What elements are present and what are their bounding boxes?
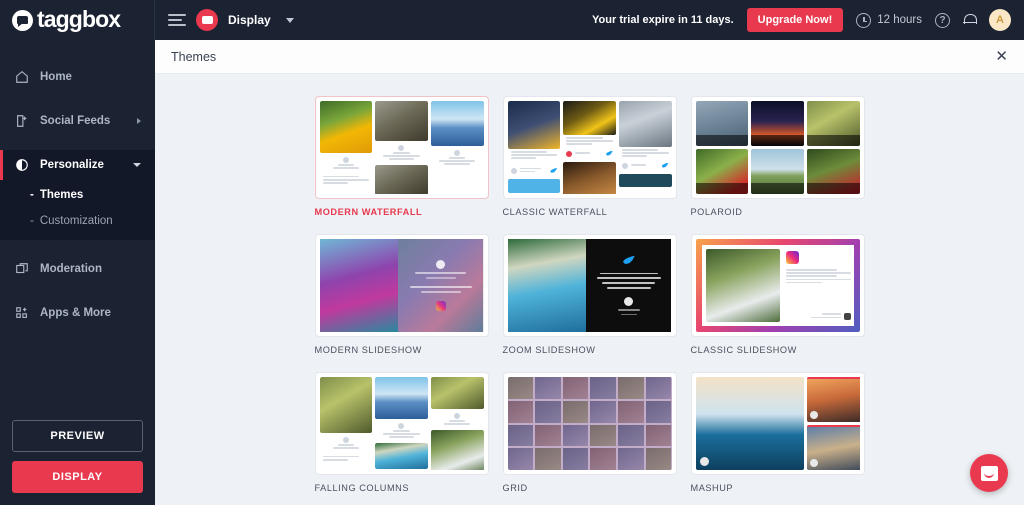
display-badge-icon bbox=[196, 9, 218, 31]
theme-card-zoom-slideshow[interactable]: ZOOM SLIDESHOW bbox=[503, 234, 677, 355]
apps-more-icon bbox=[14, 306, 30, 320]
chevron-right-icon bbox=[137, 118, 141, 124]
sidebar-item-label: Social Feeds bbox=[40, 115, 110, 127]
brand-logo[interactable]: taggbox bbox=[0, 0, 155, 40]
theme-label: FALLING COLUMNS bbox=[315, 483, 489, 493]
social-feeds-icon bbox=[14, 114, 30, 128]
close-icon[interactable]: ✕ bbox=[995, 49, 1008, 64]
dash-marker: - bbox=[30, 215, 34, 227]
avatar[interactable]: A bbox=[989, 9, 1011, 31]
trial-notice: Your trial expire in 11 days. bbox=[592, 14, 734, 26]
top-bar-left: Display bbox=[155, 9, 294, 31]
upgrade-now-button[interactable]: Upgrade Now! bbox=[747, 8, 844, 32]
chevron-down-icon[interactable] bbox=[286, 18, 294, 23]
bell-icon[interactable] bbox=[963, 13, 976, 28]
theme-card-modern-waterfall[interactable]: MODERN WATERFALL bbox=[315, 96, 489, 217]
theme-label: CLASSIC WATERFALL bbox=[503, 207, 677, 217]
theme-thumbnail[interactable] bbox=[691, 372, 865, 475]
sidebar-item-label: Apps & More bbox=[40, 307, 111, 319]
theme-card-polaroid[interactable]: POLAROID bbox=[691, 96, 865, 217]
app-root: taggbox Display Your trial expire in 11 … bbox=[0, 0, 1024, 505]
home-icon bbox=[14, 70, 30, 84]
sidebar-item-personalize[interactable]: Personalize bbox=[0, 150, 155, 180]
display-button[interactable]: DISPLAY bbox=[12, 461, 143, 493]
theme-label: ZOOM SLIDESHOW bbox=[503, 345, 677, 355]
sidebar-item-themes[interactable]: - Themes bbox=[0, 182, 155, 208]
sidebar-item-social-feeds[interactable]: Social Feeds bbox=[0, 106, 155, 136]
hours-label: 12 hours bbox=[877, 14, 922, 26]
intercom-chat-icon[interactable] bbox=[970, 454, 1008, 492]
theme-card-mashup[interactable]: MASHUP bbox=[691, 372, 865, 493]
themes-grid: MODERN WATERFALL bbox=[155, 74, 1024, 505]
theme-label: CLASSIC SLIDESHOW bbox=[691, 345, 865, 355]
theme-card-modern-slideshow[interactable]: MODERN SLIDESHOW bbox=[315, 234, 489, 355]
theme-thumbnail[interactable] bbox=[315, 234, 489, 337]
sidebar-subitem-label: Customization bbox=[40, 215, 113, 227]
panel-header: Themes ✕ bbox=[155, 40, 1024, 74]
sidebar-nav: Home Social Feeds bbox=[0, 40, 155, 328]
dash-marker: - bbox=[30, 189, 34, 201]
preview-button[interactable]: PREVIEW bbox=[12, 420, 143, 452]
personalize-icon bbox=[14, 158, 30, 172]
theme-thumbnail[interactable] bbox=[691, 96, 865, 199]
help-circle-icon[interactable]: ? bbox=[935, 13, 950, 28]
brand-name: taggbox bbox=[37, 8, 120, 31]
sidebar-subitem-label: Themes bbox=[40, 189, 83, 201]
taggbox-logo-icon bbox=[12, 10, 33, 31]
theme-card-grid[interactable]: GRID bbox=[503, 372, 677, 493]
sidebar-item-label: Home bbox=[40, 71, 72, 83]
main-area: Themes ✕ bbox=[155, 40, 1024, 505]
theme-label: MODERN SLIDESHOW bbox=[315, 345, 489, 355]
themes-scroll-area[interactable]: MODERN WATERFALL bbox=[155, 74, 1024, 505]
sidebar: Home Social Feeds bbox=[0, 40, 155, 505]
moderation-icon bbox=[14, 262, 30, 276]
theme-card-classic-waterfall[interactable]: CLASSIC WATERFALL bbox=[503, 96, 677, 217]
theme-thumbnail[interactable] bbox=[315, 372, 489, 475]
sidebar-item-label: Personalize bbox=[40, 159, 104, 171]
theme-thumbnail[interactable] bbox=[691, 234, 865, 337]
theme-label: GRID bbox=[503, 483, 677, 493]
theme-label: POLAROID bbox=[691, 207, 865, 217]
sidebar-item-home[interactable]: Home bbox=[0, 62, 155, 92]
theme-label: MASHUP bbox=[691, 483, 865, 493]
theme-thumbnail[interactable] bbox=[315, 96, 489, 199]
top-bar: taggbox Display Your trial expire in 11 … bbox=[0, 0, 1024, 40]
theme-card-falling-columns[interactable]: FALLING COLUMNS bbox=[315, 372, 489, 493]
page-title: Themes bbox=[171, 50, 216, 64]
theme-label: MODERN WATERFALL bbox=[315, 207, 489, 217]
hours-indicator[interactable]: 12 hours bbox=[856, 13, 922, 28]
chevron-down-icon bbox=[133, 163, 141, 167]
sidebar-submenu: - Themes - Customization bbox=[0, 180, 155, 240]
sidebar-actions: PREVIEW DISPLAY bbox=[0, 420, 155, 505]
theme-thumbnail[interactable] bbox=[503, 234, 677, 337]
sidebar-item-label: Moderation bbox=[40, 263, 102, 275]
hamburger-icon[interactable] bbox=[168, 14, 186, 26]
sidebar-item-apps-more[interactable]: Apps & More bbox=[0, 298, 155, 328]
sidebar-item-customization[interactable]: - Customization bbox=[0, 208, 155, 234]
theme-thumbnail[interactable] bbox=[503, 96, 677, 199]
app-body: Home Social Feeds bbox=[0, 40, 1024, 505]
display-dropdown-label[interactable]: Display bbox=[228, 13, 271, 27]
clock-icon bbox=[856, 13, 871, 28]
sidebar-item-moderation[interactable]: Moderation bbox=[0, 254, 155, 284]
theme-card-classic-slideshow[interactable]: CLASSIC SLIDESHOW bbox=[691, 234, 865, 355]
top-bar-right: Your trial expire in 11 days. Upgrade No… bbox=[592, 8, 1024, 32]
theme-thumbnail[interactable] bbox=[503, 372, 677, 475]
